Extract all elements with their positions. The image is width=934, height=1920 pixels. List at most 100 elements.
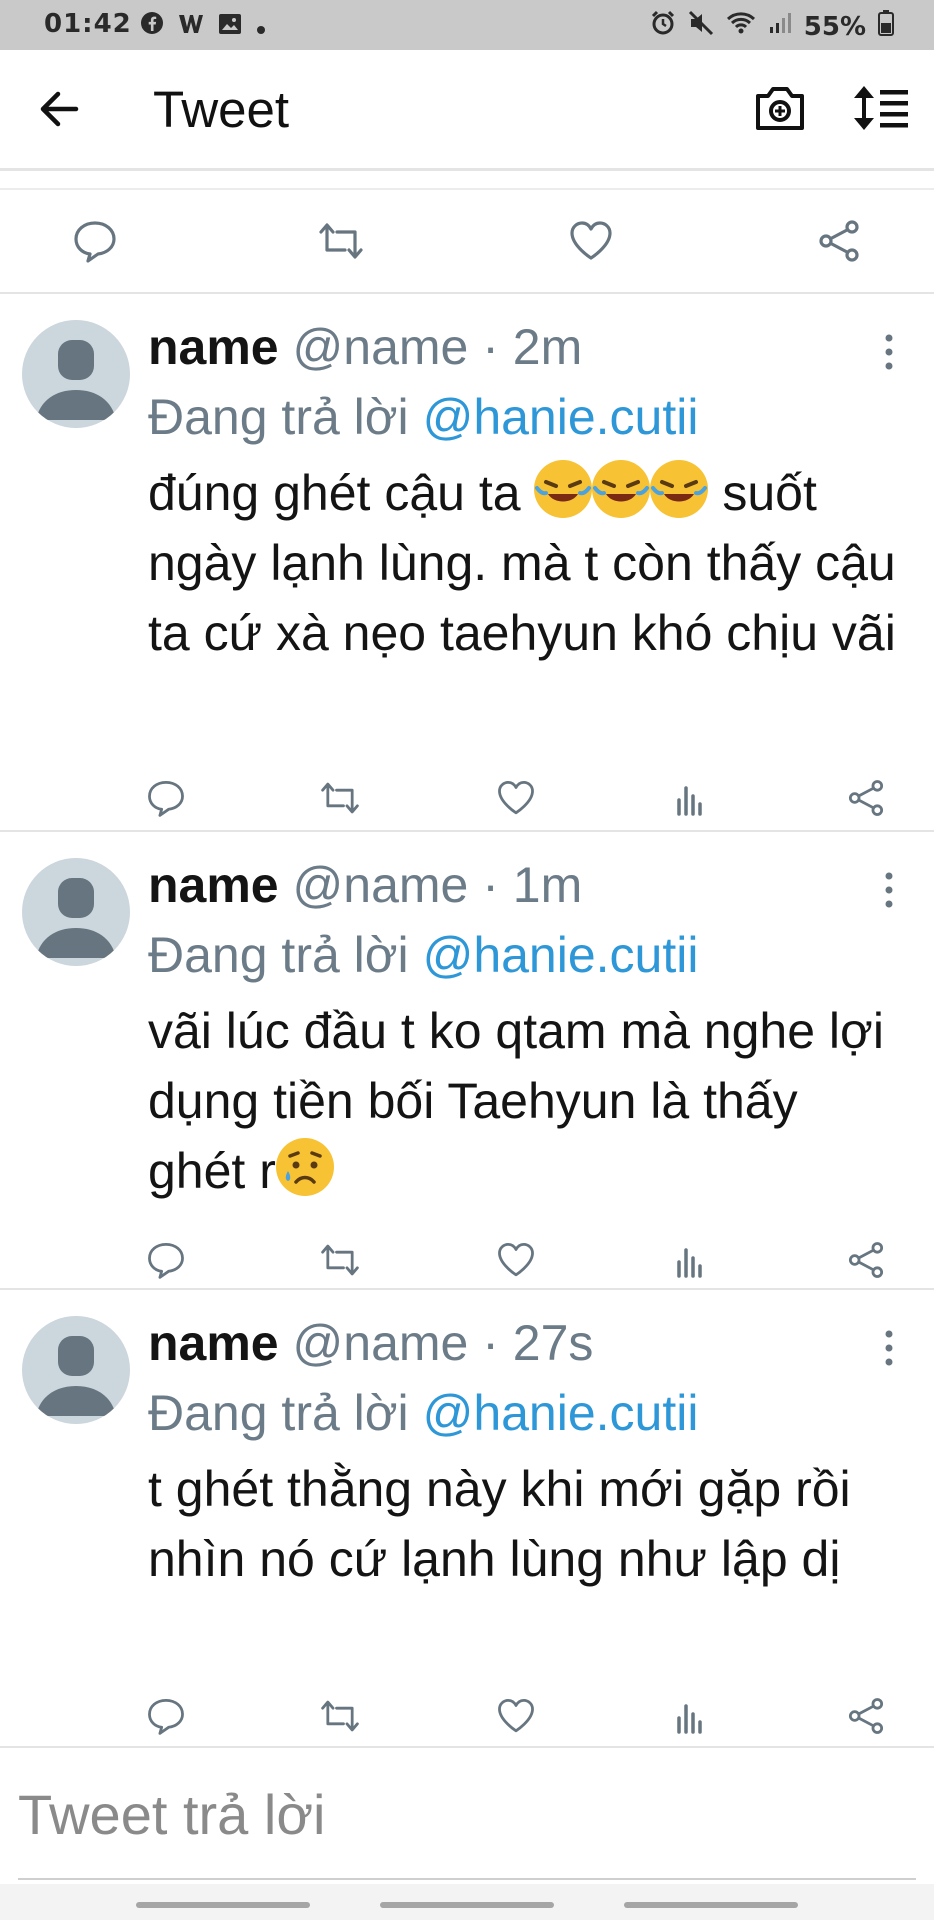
handle-and-time: @name · 2m xyxy=(292,319,583,375)
retweet-icon xyxy=(319,223,363,259)
facebook-icon xyxy=(140,11,164,42)
default-avatar-icon xyxy=(36,1336,116,1416)
heart-icon xyxy=(570,221,612,260)
tweet-text: vãi lúc đầu t ko qtam mà nghe lợi dụng t… xyxy=(148,1003,884,1199)
parent-tweet-actions xyxy=(0,188,934,294)
retweet-button[interactable] xyxy=(320,778,360,818)
share-icon xyxy=(848,780,884,816)
more-vertical-icon xyxy=(885,1330,893,1366)
avatar[interactable] xyxy=(22,320,130,428)
more-options-button[interactable] xyxy=(874,328,904,376)
avatar[interactable] xyxy=(22,1316,130,1424)
mention-link[interactable]: @hanie.cutii xyxy=(423,1385,699,1441)
handle-and-time: @name · 1m xyxy=(292,857,583,913)
alarm-icon xyxy=(650,10,676,43)
mention-link[interactable]: @hanie.cutii xyxy=(423,389,699,445)
w-app-icon xyxy=(178,12,204,42)
share-icon xyxy=(848,1698,884,1734)
share-button[interactable] xyxy=(846,1240,886,1280)
sad-tear-emoji xyxy=(275,1138,334,1196)
back-button[interactable] xyxy=(30,82,90,136)
nav-handle-right[interactable] xyxy=(624,1902,798,1908)
analytics-icon xyxy=(677,1704,702,1734)
camera-icon xyxy=(756,87,804,130)
sort-icon xyxy=(854,86,908,130)
like-button[interactable] xyxy=(496,1696,536,1736)
reply-button[interactable] xyxy=(146,778,186,818)
reply-button[interactable] xyxy=(146,1696,186,1736)
signal-icon xyxy=(768,11,792,42)
tweet-header: name @name · 1m xyxy=(148,856,582,914)
replying-to: Đang trả lời @hanie.cutii xyxy=(148,1385,699,1441)
reply-tweet[interactable]: name @name · 1m Đang trả lời @hanie.cuti… xyxy=(0,830,934,1290)
like-button[interactable] xyxy=(496,1240,536,1280)
tweet-text: đúng ghét cậu ta suốt ngày lạnh lùng. mà… xyxy=(148,458,908,668)
heart-icon xyxy=(498,1242,534,1277)
retweet-button[interactable] xyxy=(318,218,364,264)
like-button[interactable] xyxy=(496,778,536,818)
reply-underline xyxy=(18,1878,916,1880)
analytics-icon xyxy=(677,786,702,816)
analytics-button[interactable] xyxy=(670,1240,710,1280)
battery-percent: 55% xyxy=(803,11,866,42)
tweet-actions xyxy=(0,1696,934,1746)
analytics-button[interactable] xyxy=(670,1696,710,1736)
page-title: Tweet xyxy=(153,81,290,138)
share-icon xyxy=(819,220,859,262)
dot-icon xyxy=(256,12,266,42)
share-button[interactable] xyxy=(846,1696,886,1736)
rofl-emoji xyxy=(534,460,593,518)
mute-icon xyxy=(688,10,714,43)
status-time: 01:42 xyxy=(44,9,132,39)
share-button[interactable] xyxy=(816,218,862,264)
more-options-button[interactable] xyxy=(874,866,904,914)
retweet-icon xyxy=(321,1700,359,1732)
handle-and-time: @name · 27s xyxy=(292,1315,594,1371)
display-name[interactable]: name xyxy=(148,319,279,375)
like-button[interactable] xyxy=(568,218,614,264)
retweet-icon xyxy=(321,1244,359,1276)
mention-link[interactable]: @hanie.cutii xyxy=(423,927,699,983)
tweet-header: name @name · 2m xyxy=(148,318,582,376)
system-nav-bar xyxy=(0,1884,934,1920)
wifi-icon xyxy=(726,11,756,42)
share-button[interactable] xyxy=(846,778,886,818)
reply-icon xyxy=(148,780,184,817)
top-app-bar: Tweet xyxy=(0,50,934,171)
analytics-button[interactable] xyxy=(670,778,710,818)
reply-tweet[interactable]: name @name · 27s Đang trả lời @hanie.cut… xyxy=(0,1288,934,1748)
rofl-emoji xyxy=(592,460,651,518)
display-name[interactable]: name xyxy=(148,1315,279,1371)
reply-composer xyxy=(0,1750,934,1880)
reply-button[interactable] xyxy=(72,218,118,264)
avatar[interactable] xyxy=(22,858,130,966)
reply-icon xyxy=(148,1698,184,1735)
tweet-actions xyxy=(0,1240,934,1290)
camera-button[interactable] xyxy=(752,82,808,134)
more-options-button[interactable] xyxy=(874,1324,904,1372)
system-icons: 55% xyxy=(650,10,894,43)
reply-input[interactable] xyxy=(18,1772,898,1856)
sort-replies-button[interactable] xyxy=(852,82,912,134)
reply-tweet[interactable]: name @name · 2m Đang trả lời @hanie.cuti… xyxy=(0,292,934,832)
nav-handle-center[interactable] xyxy=(380,1902,554,1908)
nav-handle-left[interactable] xyxy=(136,1902,310,1908)
heart-icon xyxy=(498,780,534,815)
retweet-icon xyxy=(321,782,359,814)
share-icon xyxy=(848,1242,884,1278)
reply-icon xyxy=(148,1242,184,1279)
retweet-button[interactable] xyxy=(320,1240,360,1280)
gallery-icon xyxy=(218,12,242,42)
back-arrow-icon xyxy=(40,91,79,127)
status-bar: 01:42 55% xyxy=(0,0,934,50)
more-vertical-icon xyxy=(885,334,893,370)
reply-button[interactable] xyxy=(146,1240,186,1280)
tweet-actions xyxy=(0,778,934,828)
display-name[interactable]: name xyxy=(148,857,279,913)
heart-icon xyxy=(498,1698,534,1733)
notification-icons xyxy=(140,11,266,42)
replying-to: Đang trả lời @hanie.cutii xyxy=(148,927,699,983)
replying-to: Đang trả lời @hanie.cutii xyxy=(148,389,699,445)
default-avatar-icon xyxy=(36,878,116,958)
retweet-button[interactable] xyxy=(320,1696,360,1736)
